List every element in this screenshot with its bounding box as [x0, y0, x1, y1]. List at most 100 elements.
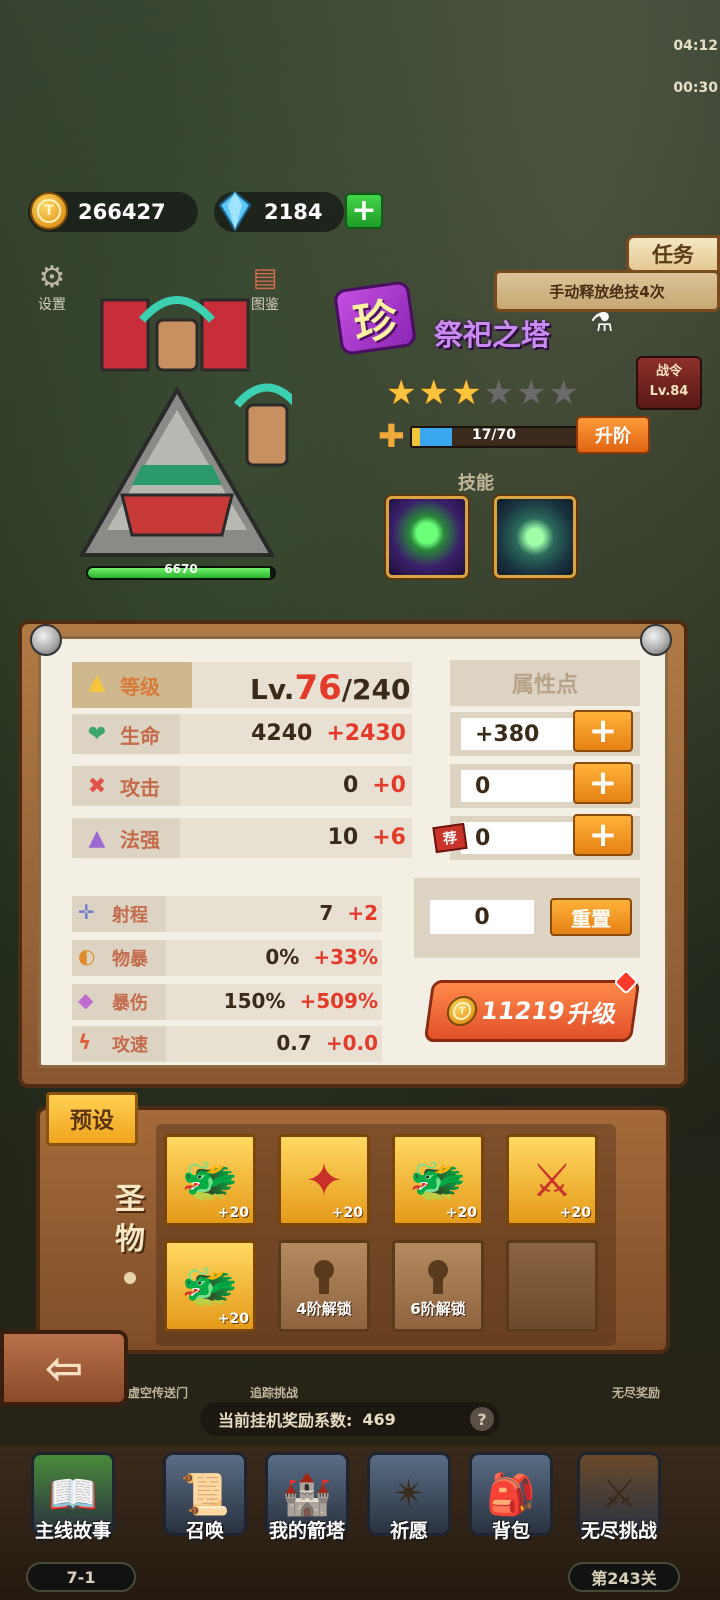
gold-coin-icon: T: [445, 996, 480, 1026]
attribute-points-value: 0: [461, 770, 573, 802]
level-up-button[interactable]: T 11219 升级: [423, 980, 641, 1042]
skills-title: 技能: [458, 473, 494, 494]
keyhole-icon: [312, 1260, 336, 1294]
task-button[interactable]: 任务: [626, 235, 720, 273]
add-gems-button[interactable]: +: [345, 193, 383, 229]
nav-item[interactable]: 📜 召唤: [156, 1452, 254, 1562]
idle-label: 当前挂机奖励系数:: [218, 1411, 353, 1430]
preset-button[interactable]: 预设: [46, 1092, 138, 1146]
level-current: 76: [294, 668, 342, 708]
sub-stat-base: 7: [319, 901, 334, 925]
relic-slot[interactable]: 🐲 +20: [164, 1240, 256, 1332]
relic-title-bottom: 物: [115, 1222, 145, 1257]
upgrade-rank-button[interactable]: 升阶: [576, 416, 650, 454]
nav-label: 无尽挑战: [580, 1520, 657, 1542]
battle-pass-button[interactable]: 战令 Lv.84: [636, 356, 702, 410]
nav-label: 召唤: [185, 1520, 224, 1542]
add-attribute-button[interactable]: +: [573, 814, 633, 856]
pin-icon: [640, 624, 672, 656]
task-description[interactable]: 手动释放绝技4次: [494, 270, 720, 312]
idle-value: 469: [362, 1409, 396, 1429]
green-flame-skill-icon[interactable]: [386, 496, 468, 578]
portal-label[interactable]: 虚空传送门: [128, 1384, 188, 1401]
nav-item[interactable]: ✴ 祈愿: [360, 1452, 458, 1562]
sub-stat-bonus: +509%: [299, 989, 378, 1013]
wizard-hat-icon: ▲: [88, 825, 106, 851]
nav-item[interactable]: ⚔ 无尽挑战: [570, 1452, 668, 1562]
timer-2: 00:30: [673, 80, 718, 96]
gem-counter: 2184: [214, 190, 344, 232]
gem-amount: 2184: [264, 200, 323, 224]
relic-title: 圣 物: [108, 1180, 152, 1260]
relic-slot[interactable]: 🐲 +20: [164, 1134, 256, 1226]
sub-stat-label-box: ◐ 物暴: [72, 940, 166, 976]
help-icon[interactable]: ?: [470, 1407, 494, 1431]
tower-hero-portrait: [62, 280, 301, 560]
reset-button[interactable]: 重置: [550, 898, 632, 936]
level-up-label: 升级: [566, 999, 619, 1028]
sub-stat-name: 攻速: [112, 1035, 148, 1056]
reset-value: 0: [430, 900, 534, 934]
nav-label: 我的箭塔: [268, 1520, 345, 1542]
nav-label: 背包: [491, 1520, 530, 1542]
relic-slot[interactable]: 🐲 +20: [392, 1134, 484, 1226]
add-attribute-button[interactable]: +: [573, 762, 633, 804]
nav-progress: 7-1: [26, 1562, 136, 1592]
sub-stat-label-box: ✛ 射程: [72, 896, 166, 932]
spirit-mask-skill-icon[interactable]: [494, 496, 576, 578]
stat-base: 0: [342, 773, 359, 798]
attribute-points-value: 0: [461, 822, 573, 854]
shard-count: 17/70: [471, 427, 517, 443]
stat-label-box: ✖ 攻击: [72, 766, 180, 806]
sub-stat-base: 0.7: [276, 1031, 312, 1055]
relic-level: +20: [559, 1205, 591, 1221]
back-arrow-icon: ⇦: [44, 1341, 84, 1395]
sub-stat-name: 射程: [112, 905, 148, 926]
relic-level: +20: [331, 1205, 363, 1221]
nav-item[interactable]: 🎒 背包: [462, 1452, 560, 1562]
relic-level: +20: [217, 1205, 249, 1221]
rarity-badge: 珍: [332, 280, 418, 356]
relic-slot[interactable]: ⚔ +20: [506, 1134, 598, 1226]
heart-icon: ❤: [87, 721, 107, 747]
level-up-cost: 11219: [479, 997, 567, 1025]
nav-item[interactable]: 🏰 我的箭塔: [258, 1452, 356, 1562]
sub-stat-value: 150% +509%: [170, 989, 378, 1013]
empty-relic-slot: [506, 1240, 598, 1332]
relic-title-top: 圣: [115, 1182, 145, 1217]
gem-icon: [214, 190, 256, 232]
sub-stat-value: 0.7 +0.0: [170, 1031, 378, 1055]
add-attribute-button[interactable]: +: [573, 710, 633, 752]
dragon-mask-icon: 🐲: [409, 1152, 467, 1207]
level-value: Lv.76/240: [250, 668, 410, 708]
star-empty-icon: ★: [515, 373, 547, 413]
stat-bonus: +6: [372, 825, 406, 850]
golden-star-icon: ✦: [304, 1153, 344, 1207]
stat-base: 4240: [251, 721, 313, 746]
page-dot: [124, 1272, 136, 1284]
star-filled-icon: ★: [386, 373, 417, 413]
relic-slot[interactable]: ✦ +20: [278, 1134, 370, 1226]
locked-relic-slot[interactable]: 6阶解锁: [392, 1240, 484, 1332]
stat-bonus: +2430: [326, 721, 406, 746]
star-empty-icon: ★: [548, 373, 579, 413]
level-label: 等级: [120, 674, 160, 699]
flask-icon[interactable]: ⚗: [590, 308, 613, 338]
challenge-label[interactable]: 追踪挑战: [250, 1384, 298, 1401]
stat-label-box: ❤ 生命: [72, 714, 180, 754]
sub-stat-name: 物暴: [112, 949, 148, 970]
back-button[interactable]: ⇦: [0, 1330, 128, 1406]
gold-amount: 266427: [78, 200, 166, 224]
relic-level: +20: [445, 1205, 477, 1221]
nav-item[interactable]: 📖 主线故事: [24, 1452, 122, 1562]
stat-bonus: +0: [372, 773, 406, 798]
battle-pass-label: 战令: [655, 364, 682, 379]
endless-reward-label[interactable]: 无尽奖励: [612, 1384, 660, 1401]
stat-value: 4240 +2430: [190, 721, 406, 746]
attribute-points-header: 属性点: [450, 660, 640, 706]
recommend-tag: 荐: [432, 822, 468, 854]
keyhole-icon: [426, 1260, 450, 1294]
locked-relic-slot[interactable]: 4阶解锁: [278, 1240, 370, 1332]
sub-stat-value: 0% +33%: [170, 945, 378, 969]
sub-stat-bonus: +33%: [313, 945, 378, 969]
